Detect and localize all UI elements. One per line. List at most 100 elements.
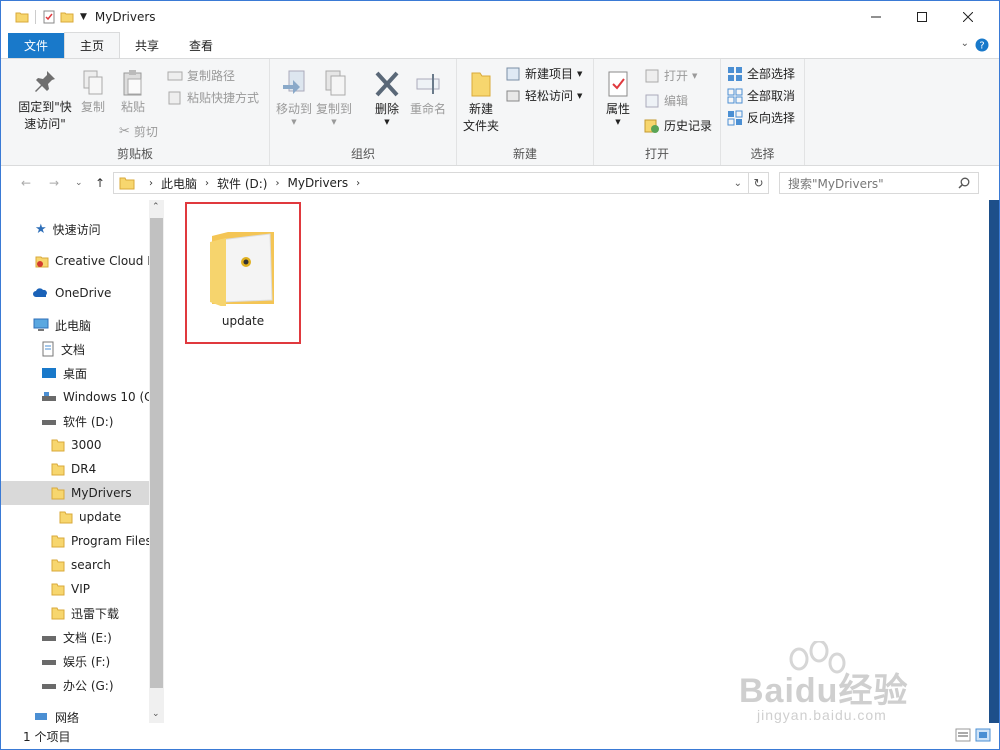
chevron-down-icon: ▼ — [577, 69, 583, 78]
address-dropdown-chevron-icon[interactable]: ⌄ — [734, 178, 742, 189]
refresh-icon[interactable]: ↻ — [748, 173, 768, 193]
nav-drive-d[interactable]: 软件 (D:) — [1, 409, 149, 433]
nav-folder-program-files[interactable]: Program Files — [1, 529, 149, 553]
delete-button[interactable]: 删除 ▼ — [370, 69, 404, 126]
nav-label: MyDrivers — [71, 486, 132, 500]
nav-scrollbar[interactable]: ⌃ ⌄ — [149, 200, 164, 723]
pin-quick-access-button[interactable]: 固定到"快 速访问" — [15, 69, 75, 133]
history-button[interactable]: 历史记录 — [644, 117, 712, 134]
rename-button[interactable]: 重命名 — [408, 69, 448, 118]
new-folder-icon[interactable] — [60, 10, 74, 24]
chevron-down-icon[interactable]: ▼ — [80, 12, 87, 22]
tab-file[interactable]: 文件 — [8, 33, 65, 58]
new-group: 新建 文件夹 新建项目 ▼ 轻松访问 ▼ 新建 — [457, 59, 594, 165]
paste-shortcut-label: 粘贴快捷方式 — [187, 91, 260, 105]
details-view-icon[interactable] — [955, 727, 971, 743]
address-box[interactable]: › 此电脑 › 软件 (D:) › MyDrivers › ⌄ ↻ — [113, 172, 769, 194]
tab-home[interactable]: 主页 — [64, 32, 121, 59]
chevron-right-icon[interactable]: › — [205, 178, 209, 189]
help-icon[interactable]: ? — [975, 38, 989, 52]
nav-drive-g[interactable]: 办公 (G:) — [1, 673, 149, 697]
properties-icon[interactable] — [42, 10, 56, 24]
nav-documents[interactable]: 文档 — [1, 337, 149, 361]
nav-folder-mydrivers[interactable]: MyDrivers — [1, 481, 149, 505]
nav-folder-xunlei[interactable]: 迅雷下载 — [1, 601, 149, 625]
pin-icon — [35, 71, 55, 92]
nav-this-pc[interactable]: 此电脑 — [1, 313, 149, 337]
nav-folder-vip[interactable]: VIP — [1, 577, 149, 601]
chevron-right-icon[interactable]: › — [356, 178, 360, 189]
paste-shortcut-button[interactable]: 粘贴快捷方式 — [167, 89, 259, 106]
scissors-icon: ✂ — [119, 124, 130, 139]
nav-drive-e[interactable]: 文档 (E:) — [1, 625, 149, 649]
properties-button[interactable]: 属性 ▼ — [600, 69, 636, 126]
edit-icon — [645, 94, 659, 107]
nav-drive-c[interactable]: Windows 10 (C — [1, 385, 149, 409]
tab-share[interactable]: 共享 — [120, 33, 174, 58]
nav-network[interactable]: 网络 — [1, 705, 149, 723]
ribbon-collapse-chevron-icon[interactable]: ⌄ — [961, 38, 969, 49]
forward-arrow-icon[interactable]: → — [49, 176, 59, 190]
ribbon: 固定到"快 速访问" 复制 粘贴 复制路径 粘贴快捷方式 ✂ 剪切 剪贴板 移动… — [1, 58, 999, 166]
open-group: 属性 ▼ 打开 ▼ 编辑 历史记录 打开 — [594, 59, 721, 165]
new-folder-label-2: 文件夹 — [462, 119, 499, 133]
nav-desktop[interactable]: 桌面 — [1, 361, 149, 385]
scroll-up-icon[interactable]: ⌃ — [152, 202, 160, 212]
select-none-icon — [727, 88, 743, 103]
select-none-button[interactable]: 全部取消 — [727, 87, 795, 104]
open-icon — [645, 69, 659, 82]
nav-scrollbar-thumb[interactable] — [150, 218, 163, 688]
search-input[interactable]: 搜索"MyDrivers" — [779, 172, 979, 194]
invert-selection-button[interactable]: 反向选择 — [727, 109, 795, 126]
view-switcher — [955, 727, 991, 743]
easy-access-button[interactable]: 轻松访问 ▼ — [505, 87, 582, 104]
cut-button[interactable]: ✂ 剪切 — [119, 123, 158, 140]
copy-button[interactable]: 复制 — [77, 69, 109, 116]
folder-icon — [51, 439, 65, 452]
new-folder-icon — [471, 72, 491, 97]
minimize-button[interactable] — [853, 1, 899, 32]
breadcrumb-mydrivers[interactable]: MyDrivers — [287, 176, 348, 190]
folder-item-update[interactable]: update — [185, 202, 301, 344]
open-button[interactable]: 打开 ▼ — [644, 67, 697, 84]
onedrive-icon — [33, 288, 47, 297]
nav-onedrive[interactable]: OneDrive — [1, 281, 149, 305]
chevron-right-icon[interactable]: › — [275, 178, 279, 189]
move-to-icon — [283, 70, 305, 94]
up-arrow-icon[interactable]: ↑ — [95, 176, 105, 190]
copy-to-button[interactable]: 复制到 ▼ — [316, 69, 352, 126]
scroll-down-icon[interactable]: ⌄ — [152, 709, 160, 719]
nav-creative-cloud[interactable]: Creative Cloud F — [1, 249, 149, 273]
paste-button[interactable]: 粘贴 — [117, 69, 149, 116]
nav-label: Program Files — [71, 534, 149, 548]
breadcrumb-drive-d[interactable]: 软件 (D:) — [217, 175, 267, 192]
nav-label: Creative Cloud F — [55, 254, 149, 268]
nav-folder-search[interactable]: search — [1, 553, 149, 577]
new-item-button[interactable]: 新建项目 ▼ — [505, 65, 582, 82]
divider — [35, 9, 36, 24]
close-button[interactable] — [945, 1, 991, 32]
recent-locations-chevron-icon[interactable]: ⌄ — [75, 178, 83, 188]
tab-view[interactable]: 查看 — [174, 33, 228, 58]
select-group-label: 选择 — [750, 147, 775, 161]
maximize-button[interactable] — [899, 1, 945, 32]
nav-drive-f[interactable]: 娱乐 (F:) — [1, 649, 149, 673]
breadcrumb-this-pc[interactable]: 此电脑 — [161, 175, 197, 192]
chevron-right-icon[interactable]: › — [149, 178, 153, 189]
select-all-button[interactable]: 全部选择 — [727, 65, 795, 82]
nav-label: 3000 — [71, 438, 102, 452]
back-arrow-icon[interactable]: ← — [21, 176, 31, 190]
nav-folder-3000[interactable]: 3000 — [1, 433, 149, 457]
new-folder-button[interactable]: 新建 文件夹 — [461, 69, 501, 135]
history-icon — [644, 119, 659, 133]
copy-path-button[interactable]: 复制路径 — [167, 67, 235, 84]
nav-folder-update[interactable]: update — [1, 505, 149, 529]
edit-button[interactable]: 编辑 — [644, 92, 688, 109]
drive-icon — [42, 420, 56, 425]
open-group-label: 打开 — [644, 147, 669, 161]
window-title: MyDrivers — [94, 9, 156, 24]
large-icons-view-icon[interactable] — [975, 727, 991, 743]
nav-quick-access[interactable]: ★ 快速访问 — [1, 217, 149, 241]
nav-folder-dr4[interactable]: DR4 — [1, 457, 149, 481]
move-to-button[interactable]: 移动到 ▼ — [276, 69, 312, 126]
